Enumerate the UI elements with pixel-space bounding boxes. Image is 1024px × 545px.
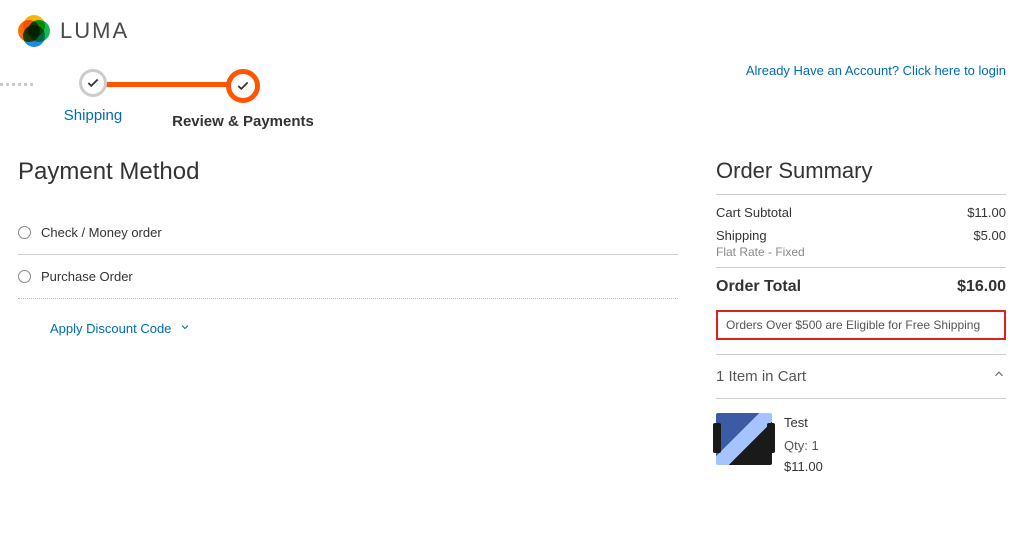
apply-discount-toggle[interactable]: Apply Discount Code xyxy=(18,299,678,336)
cart-items-toggle[interactable]: 1 Item in Cart xyxy=(716,354,1006,399)
page-title: Payment Method xyxy=(18,158,678,186)
order-summary-title: Order Summary xyxy=(716,158,1006,184)
logo[interactable]: LUMA xyxy=(18,15,318,47)
item-price: $11.00 xyxy=(784,457,823,478)
cart-item: Test Qty: 1 $11.00 xyxy=(716,399,1006,491)
login-link[interactable]: Already Have an Account? Click here to l… xyxy=(746,63,1006,78)
check-icon xyxy=(226,69,260,103)
payment-method-label: Purchase Order xyxy=(41,269,133,284)
payment-method-check[interactable]: Check / Money order xyxy=(18,211,678,255)
radio-icon[interactable] xyxy=(18,226,31,239)
check-icon xyxy=(79,69,107,97)
logo-text: LUMA xyxy=(60,18,129,44)
product-image xyxy=(716,413,772,465)
item-qty: Qty: 1 xyxy=(784,436,823,457)
shipping-method: Flat Rate - Fixed xyxy=(716,245,1006,259)
step-review[interactable]: Review & Payments xyxy=(168,69,318,130)
payment-method-label: Check / Money order xyxy=(41,225,162,240)
logo-icon xyxy=(18,15,50,47)
discount-label: Apply Discount Code xyxy=(50,321,171,336)
total-label: Order Total xyxy=(716,278,801,296)
total-value: $16.00 xyxy=(957,278,1006,296)
item-name: Test xyxy=(784,413,823,434)
step-label-review: Review & Payments xyxy=(172,113,314,130)
chevron-up-icon xyxy=(992,367,1006,386)
subtotal-label: Cart Subtotal xyxy=(716,205,792,220)
free-shipping-promo: Orders Over $500 are Eligible for Free S… xyxy=(716,310,1006,340)
payment-method-po[interactable]: Purchase Order xyxy=(18,255,678,299)
shipping-value: $5.00 xyxy=(973,228,1006,243)
chevron-down-icon xyxy=(179,321,191,336)
order-summary: Order Summary Cart Subtotal $11.00 Shipp… xyxy=(716,158,1006,491)
shipping-label: Shipping xyxy=(716,228,767,243)
radio-icon[interactable] xyxy=(18,270,31,283)
progress-steps: Shipping Review & Payments xyxy=(18,69,318,130)
subtotal-value: $11.00 xyxy=(967,205,1006,220)
step-shipping[interactable]: Shipping xyxy=(18,69,168,124)
step-label-shipping: Shipping xyxy=(64,107,122,124)
cart-header-label: 1 Item in Cart xyxy=(716,368,806,385)
